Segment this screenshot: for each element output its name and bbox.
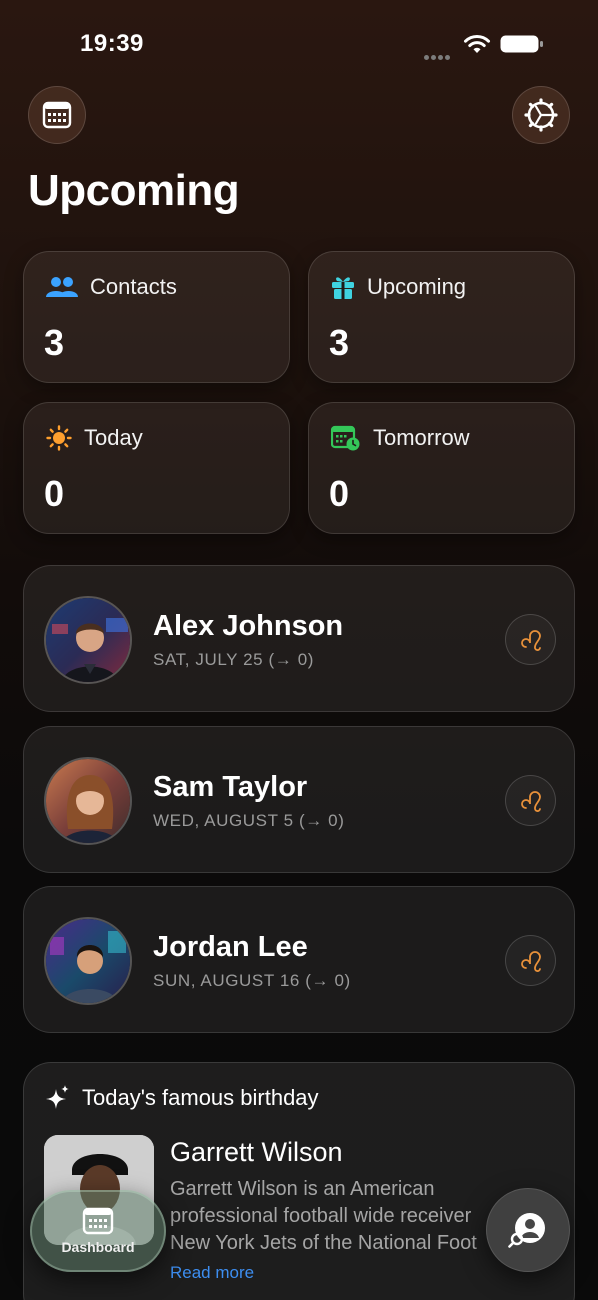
calendar-clock-icon (331, 425, 360, 451)
person-search-icon (508, 1213, 545, 1248)
description-line: Garrett Wilson is an American (170, 1178, 435, 1200)
celebrity-description: Garrett Wilson is an American profession… (170, 1176, 500, 1257)
status-time: 19:39 (80, 30, 144, 57)
tomorrow-stat-value: 0 (329, 473, 350, 514)
zodiac-button[interactable] (505, 775, 556, 826)
calendar-button[interactable] (28, 86, 86, 144)
sun-icon (46, 425, 72, 451)
gift-icon (332, 277, 354, 299)
sparkles-icon (46, 1085, 69, 1109)
description-line: professional football wide receiver (170, 1205, 472, 1227)
today-stat-card[interactable]: Today 0 (23, 402, 290, 534)
battery-icon (500, 35, 543, 53)
today-stat-label: Today (84, 425, 143, 450)
zodiac-button[interactable] (505, 935, 556, 986)
contact-name: Jordan Lee (153, 931, 308, 963)
people-icon (46, 277, 78, 297)
cellular-signal-icon (424, 47, 456, 60)
contact-card-jordan-lee[interactable]: Jordan Lee SUN, AUGUST 16 (→ 0) (23, 886, 575, 1033)
celebrity-name: Garrett Wilson (170, 1137, 343, 1167)
contact-name: Alex Johnson (153, 610, 344, 642)
dashboard-tab-label: Dashboard (61, 1239, 135, 1255)
calendar-icon (42, 101, 72, 129)
tomorrow-stat-label: Tomorrow (373, 425, 470, 450)
contacts-stat-label: Contacts (90, 274, 177, 299)
contacts-stat-card[interactable]: Contacts 3 (23, 251, 290, 383)
wifi-icon (464, 35, 490, 53)
zodiac-button[interactable] (505, 614, 556, 665)
contact-name: Sam Taylor (153, 771, 308, 803)
description-line: New York Jets of the National Foot (170, 1232, 477, 1254)
leo-icon (520, 950, 541, 972)
contact-search-button[interactable] (486, 1188, 570, 1272)
famous-birthday-title: Today's famous birthday (82, 1085, 319, 1110)
contacts-stat-value: 3 (44, 322, 65, 363)
avatar (44, 917, 132, 1005)
status-bar: 19:39 (0, 0, 598, 80)
contact-birthday-date: WED, AUGUST 5 (→ 0) (153, 811, 345, 830)
contact-birthday-date: SAT, JULY 25 (→ 0) (153, 650, 315, 669)
avatar (44, 757, 132, 845)
tomorrow-stat-card[interactable]: Tomorrow 0 (308, 402, 575, 534)
read-more-link[interactable]: Read more (170, 1263, 254, 1283)
leo-icon (520, 790, 541, 812)
leo-icon (520, 629, 541, 651)
upcoming-stat-label: Upcoming (367, 274, 467, 299)
contact-card-sam-taylor[interactable]: Sam Taylor WED, AUGUST 5 (→ 0) (23, 726, 575, 873)
avatar (44, 596, 132, 684)
today-stat-value: 0 (44, 473, 65, 514)
gear-icon (524, 98, 558, 132)
upcoming-stat-value: 3 (329, 322, 350, 363)
settings-button[interactable] (512, 86, 570, 144)
contact-card-alex-johnson[interactable]: Alex Johnson SAT, JULY 25 (→ 0) (23, 565, 575, 712)
contact-birthday-date: SUN, AUGUST 16 (→ 0) (153, 971, 351, 990)
calendar-icon (82, 1207, 114, 1235)
upcoming-stat-card[interactable]: Upcoming 3 (308, 251, 575, 383)
page-title: Upcoming (28, 166, 240, 215)
dashboard-tab-button[interactable]: Dashboard (30, 1190, 166, 1272)
